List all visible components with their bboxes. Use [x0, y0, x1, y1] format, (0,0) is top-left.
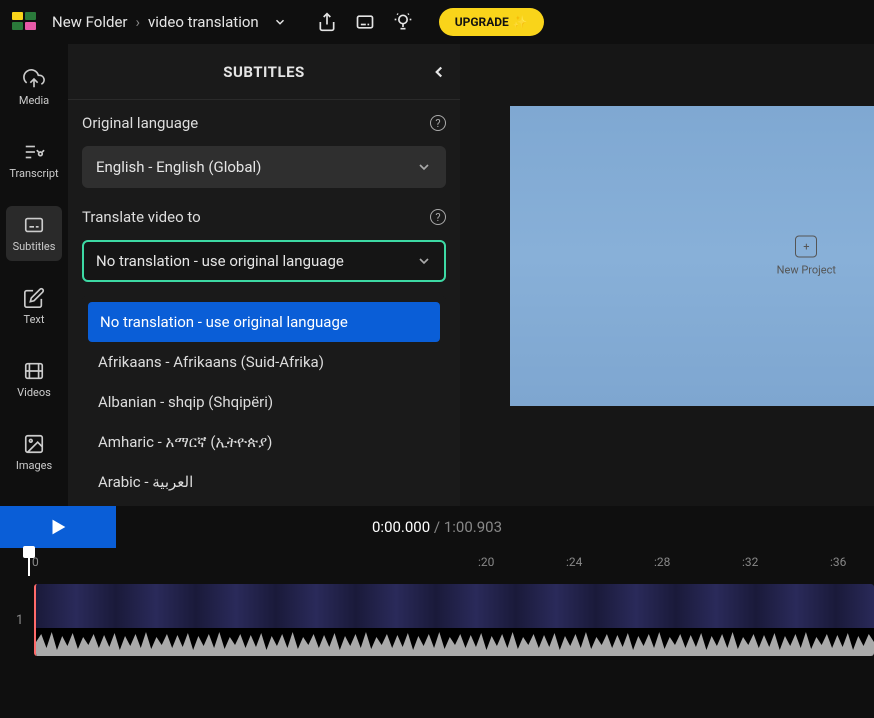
original-language-select[interactable]: English - English (Global): [82, 146, 446, 188]
playhead[interactable]: [28, 548, 30, 576]
total-time: 1:00.903: [444, 518, 502, 536]
sidebar-item-label: Videos: [17, 386, 51, 399]
preview-canvas: + New Project: [510, 106, 874, 406]
new-project-button[interactable]: + New Project: [777, 236, 836, 277]
sidebar-item-subtitles[interactable]: Subtitles: [6, 206, 62, 261]
upgrade-button[interactable]: UPGRADE ✨: [439, 8, 544, 36]
collapse-panel-button[interactable]: [430, 63, 448, 81]
original-language-value: English - English (Global): [96, 158, 261, 176]
chevron-right-icon: ›: [135, 13, 140, 31]
sidebar-item-images[interactable]: Images: [0, 425, 68, 480]
track-number: 1: [16, 613, 26, 628]
ruler-tick: :32: [742, 555, 758, 569]
image-icon: [23, 433, 45, 455]
sidebar-item-label: Subtitles: [13, 240, 56, 253]
help-icon[interactable]: ?: [430, 209, 446, 225]
video-clip[interactable]: [34, 584, 874, 656]
breadcrumb-root[interactable]: New Folder: [52, 13, 127, 31]
sidebar-item-media[interactable]: Media: [0, 60, 68, 115]
ruler-tick: :24: [566, 555, 582, 569]
chevron-down-icon: [416, 159, 432, 175]
translate-to-select[interactable]: No translation - use original language: [82, 240, 446, 282]
app-logo: [12, 12, 38, 32]
timecode: 0:00.000 / 1:00.903: [372, 518, 502, 536]
sidebar-item-label: Media: [19, 94, 49, 107]
help-icon[interactable]: ?: [430, 115, 446, 131]
sidebar-item-videos[interactable]: Videos: [0, 352, 68, 407]
panel-title: SUBTITLES: [223, 63, 305, 81]
dropdown-option[interactable]: Amharic - አማርኛ (ኢትዮጵያ): [82, 422, 446, 462]
ruler-tick: :28: [654, 555, 670, 569]
new-project-label: New Project: [777, 264, 836, 277]
play-button[interactable]: [0, 506, 116, 548]
dropdown-option[interactable]: Albanian - shqip (Shqipëri): [82, 382, 446, 422]
timeline: 0:00.000 / 1:00.903 0 :20 :24 :28 :32 :3…: [0, 506, 874, 718]
chevron-down-icon: [416, 253, 432, 269]
track-row: 1: [0, 576, 874, 656]
breadcrumb-current[interactable]: video translation: [148, 13, 259, 31]
transcript-icon: [23, 141, 45, 163]
plus-icon: +: [795, 236, 817, 258]
breadcrumb: New Folder › video translation: [52, 13, 259, 31]
sidebar-item-label: Text: [24, 313, 45, 326]
breadcrumb-dropdown-icon[interactable]: [273, 15, 287, 29]
sidebar-item-transcript[interactable]: Transcript: [0, 133, 68, 188]
ruler-tick: :36: [830, 555, 846, 569]
text-edit-icon: [23, 287, 45, 309]
translate-to-value: No translation - use original language: [96, 252, 344, 270]
lightbulb-icon[interactable]: [393, 12, 413, 32]
captions-icon[interactable]: [355, 12, 375, 32]
dropdown-option[interactable]: Afrikaans - Afrikaans (Suid-Afrika): [82, 342, 446, 382]
sidebar-item-label: Transcript: [9, 167, 58, 180]
film-icon: [23, 360, 45, 382]
sparkle-icon: ✨: [513, 15, 528, 29]
dropdown-option[interactable]: No translation - use original language: [88, 302, 440, 342]
dropdown-option[interactable]: Arabic - العربية: [82, 462, 446, 502]
timeline-ruler[interactable]: 0 :20 :24 :28 :32 :36: [0, 548, 874, 576]
play-icon: [47, 516, 69, 538]
upgrade-label: UPGRADE: [455, 15, 509, 29]
share-icon[interactable]: [317, 12, 337, 32]
translate-to-label: Translate video to: [82, 208, 201, 226]
cloud-upload-icon: [23, 68, 45, 90]
sidebar-item-text[interactable]: Text: [0, 279, 68, 334]
original-language-label: Original language: [82, 114, 198, 132]
current-time: 0:00.000: [372, 518, 430, 536]
top-bar: New Folder › video translation UPGRADE ✨: [0, 0, 874, 44]
audio-waveform: [36, 628, 874, 656]
ruler-tick: :20: [478, 555, 494, 569]
sidebar-item-label: Images: [16, 459, 52, 472]
subtitles-icon: [23, 214, 45, 236]
panel-header: SUBTITLES: [68, 44, 460, 100]
